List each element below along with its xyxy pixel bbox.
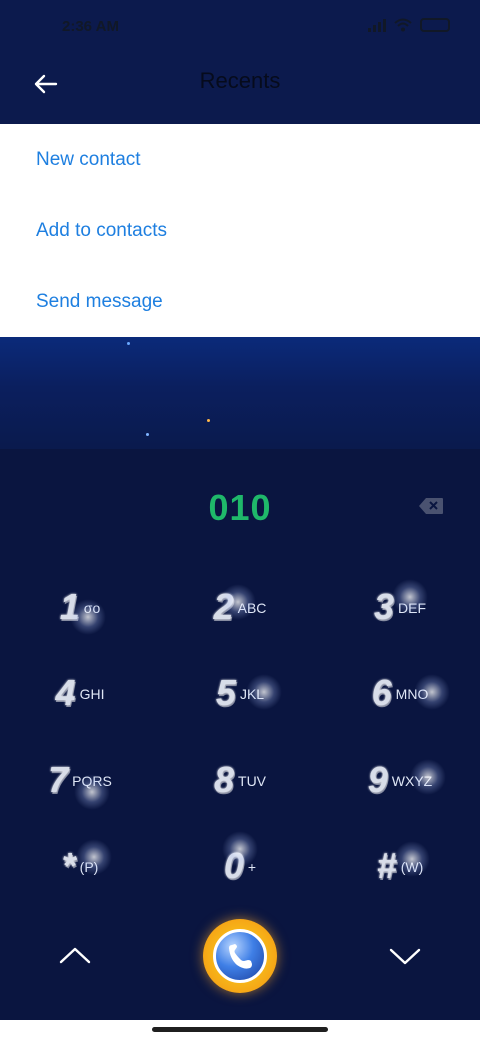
key-digit: 0 <box>223 845 244 886</box>
menu-item-add-to-contacts[interactable]: Add to contacts <box>0 195 480 266</box>
key-digit: 8 <box>213 759 235 800</box>
key-1[interactable]: 1 σο <box>0 564 160 650</box>
theme-background <box>0 337 480 449</box>
key-digit: * <box>61 845 76 886</box>
key-letters: ABC <box>237 600 267 616</box>
key-letters: TUV <box>238 773 267 789</box>
top-bar: Recents <box>0 56 480 124</box>
home-indicator[interactable] <box>152 1027 328 1032</box>
key-3[interactable]: 3 DEF <box>320 564 480 650</box>
key-letters: DEF <box>398 600 427 616</box>
context-menu: New contact Add to contacts Send message <box>0 124 480 337</box>
key-2[interactable]: 2 ABC <box>160 564 320 650</box>
key-5[interactable]: 5 JKL <box>160 650 320 736</box>
key-7[interactable]: 7 PQRS <box>0 737 160 823</box>
key-digit: # <box>376 845 397 886</box>
star-decoration <box>207 419 210 422</box>
key-letters: WXYZ <box>391 773 433 789</box>
key-9[interactable]: 9 WXYZ <box>320 737 480 823</box>
key-star[interactable]: * (P) <box>0 823 160 909</box>
key-digit: 4 <box>55 672 76 713</box>
key-letters: σο <box>83 600 101 616</box>
key-letters: + <box>247 859 257 875</box>
star-decoration <box>146 433 149 436</box>
key-digit: 9 <box>367 759 388 800</box>
wifi-icon <box>394 18 412 32</box>
key-0[interactable]: 0 + <box>160 823 320 909</box>
page-title: Recents <box>199 68 281 93</box>
menu-item-new-contact[interactable]: New contact <box>0 124 480 195</box>
key-6[interactable]: 6 MNO <box>320 650 480 736</box>
call-button[interactable] <box>203 919 277 993</box>
key-letters: MNO <box>395 686 429 702</box>
backspace-icon[interactable] <box>418 497 444 515</box>
menu-item-send-message[interactable]: Send message <box>0 266 480 337</box>
key-digit: 7 <box>48 759 69 800</box>
call-button-inner <box>213 929 267 983</box>
key-letters: GHI <box>79 686 105 702</box>
system-nav-bar <box>0 1020 480 1040</box>
key-digit: 1 <box>59 586 80 627</box>
dialer-panel: 010 1 σο 2 ABC 3 DEF 4 GHI 5 JKL 6 MNO 7… <box>0 449 480 1040</box>
dialed-number: 010 <box>208 487 272 528</box>
signal-icon <box>368 18 386 32</box>
key-hash[interactable]: # (W) <box>320 823 480 909</box>
key-letters: JKL <box>239 686 265 702</box>
chevron-down-icon[interactable] <box>385 941 425 971</box>
key-digit: 5 <box>215 672 236 713</box>
chevron-up-icon[interactable] <box>55 941 95 971</box>
key-digit: 6 <box>371 672 392 713</box>
status-time: 2:36 AM <box>62 18 119 35</box>
battery-icon <box>420 18 450 32</box>
key-4[interactable]: 4 GHI <box>0 650 160 736</box>
key-digit: 2 <box>213 586 234 627</box>
key-letters: (W) <box>400 859 424 875</box>
star-decoration <box>127 342 130 345</box>
key-letters: (P) <box>79 859 99 875</box>
key-letters: PQRS <box>72 773 112 789</box>
status-icons <box>368 18 450 32</box>
key-8[interactable]: 8 TUV <box>160 737 320 823</box>
phone-icon <box>229 944 252 969</box>
key-digit: 3 <box>373 586 395 627</box>
status-bar: 2:36 AM <box>0 0 480 56</box>
